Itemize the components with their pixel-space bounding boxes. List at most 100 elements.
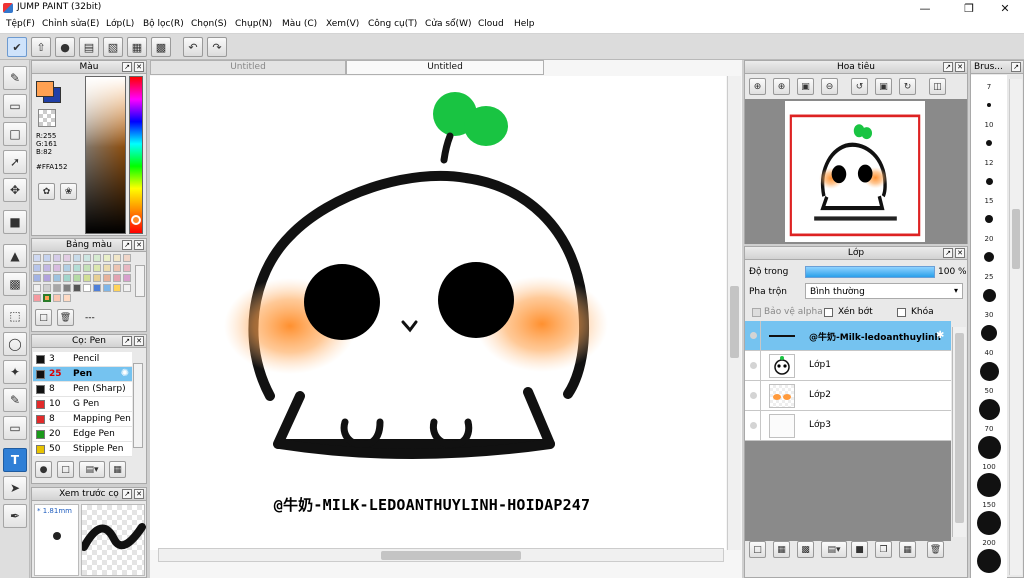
- line-tool-icon[interactable]: ➚: [3, 150, 27, 174]
- palette-swatch[interactable]: [103, 284, 111, 292]
- redo-icon[interactable]: ↷: [207, 37, 227, 57]
- gear-icon[interactable]: ✱: [936, 330, 944, 341]
- palette-swatch[interactable]: [73, 254, 81, 262]
- pointer-tool-icon[interactable]: ➤: [3, 476, 27, 500]
- undock-icon[interactable]: ↗: [122, 240, 132, 250]
- palette-swatch[interactable]: [73, 284, 81, 292]
- pen-list-item[interactable]: 3 Pencil: [33, 352, 132, 367]
- palette-swatch[interactable]: [103, 254, 111, 262]
- tab-untitled-2[interactable]: Untitled: [346, 60, 544, 75]
- brush-size-dot[interactable]: [985, 177, 993, 185]
- palette-swatch[interactable]: [123, 254, 131, 262]
- new-layer-icon[interactable]: □: [749, 541, 766, 558]
- layout-icon[interactable]: ▦: [127, 37, 147, 57]
- brush-size-dot[interactable]: [977, 511, 1001, 535]
- palette-swatch[interactable]: [63, 294, 71, 302]
- vertical-scroll-thumb[interactable]: [730, 286, 739, 358]
- zoom-in-alt-icon[interactable]: ⊕: [773, 78, 790, 95]
- canvas-vertical-scrollbar[interactable]: [727, 76, 741, 550]
- zoom-in-icon[interactable]: ⊕: [749, 78, 766, 95]
- palette-swatch[interactable]: [33, 294, 41, 302]
- new-brush-icon[interactable]: □: [57, 461, 74, 478]
- brush-size-dot[interactable]: [986, 140, 992, 146]
- palette-swatch[interactable]: [63, 274, 71, 282]
- menu-layer[interactable]: Lớp(L): [106, 19, 134, 29]
- palette-swatch[interactable]: [83, 254, 91, 262]
- undock-icon[interactable]: ↗: [943, 248, 953, 258]
- flip-icon[interactable]: ◫: [929, 78, 946, 95]
- brush-menu-icon[interactable]: ▤▾: [79, 461, 105, 478]
- palette-swatch[interactable]: [53, 264, 61, 272]
- menu-edit[interactable]: Chỉnh sửa(E): [42, 19, 99, 29]
- close-panel-icon[interactable]: ✕: [134, 489, 144, 499]
- hue-slider[interactable]: [129, 76, 143, 234]
- drawing-canvas[interactable]: @牛奶-MILK-LEDOANTHUYLINH-HOIDAP247: [150, 76, 726, 550]
- palette-swatch[interactable]: [123, 264, 131, 272]
- palette-swatch[interactable]: [73, 274, 81, 282]
- undock-icon[interactable]: ↗: [122, 62, 132, 72]
- menu-filter[interactable]: Bộ lọc(R): [143, 19, 184, 29]
- close-panel-icon[interactable]: ✕: [134, 336, 144, 346]
- layer-row-3[interactable]: Lớp3: [745, 411, 951, 441]
- palette-swatch[interactable]: [123, 284, 131, 292]
- menu-tools[interactable]: Công cụ(T): [368, 19, 417, 29]
- protect-alpha-checkbox[interactable]: [752, 308, 761, 317]
- undo-icon[interactable]: ↶: [183, 37, 203, 57]
- palette-swatch[interactable]: [33, 254, 41, 262]
- message-icon[interactable]: ▤: [79, 37, 99, 57]
- brush-size-dot[interactable]: [977, 473, 1001, 497]
- layer-visibility-icon[interactable]: [747, 321, 761, 350]
- layer-visibility-icon[interactable]: [747, 351, 761, 380]
- clip-checkbox[interactable]: [824, 308, 833, 317]
- palette-swatch[interactable]: [113, 264, 121, 272]
- brush-size-dot[interactable]: [982, 288, 996, 302]
- layer-row-text[interactable]: @牛奶-Milk-ledoanthuylinh ✱: [745, 321, 951, 351]
- menu-select[interactable]: Chọn(S): [191, 19, 227, 29]
- close-panel-icon[interactable]: ✕: [134, 240, 144, 250]
- canvas-horizontal-scrollbar[interactable]: [158, 548, 724, 562]
- palette-swatch[interactable]: [53, 254, 61, 262]
- check-icon[interactable]: ✔: [7, 37, 27, 57]
- brush-size-dot[interactable]: [977, 549, 1001, 573]
- duplicate-layer-icon[interactable]: ▩: [797, 541, 814, 558]
- brush-size-dot[interactable]: [985, 215, 993, 223]
- close-panel-icon[interactable]: ✕: [955, 248, 965, 258]
- menu-view[interactable]: Xem(V): [326, 19, 359, 29]
- document-icon[interactable]: ▧: [103, 37, 123, 57]
- fill-rect-tool-icon[interactable]: ■: [3, 210, 27, 234]
- layer-menu-icon[interactable]: ▤▾: [821, 541, 847, 558]
- bucket-tool-icon[interactable]: ▲: [3, 244, 27, 268]
- pen-list-scrollbar[interactable]: [133, 363, 143, 448]
- move-tool-icon[interactable]: ✥: [3, 178, 27, 202]
- color-saturation-field[interactable]: [85, 76, 126, 234]
- palette-swatch[interactable]: [53, 284, 61, 292]
- horizontal-scroll-thumb[interactable]: [381, 551, 521, 560]
- folder-icon[interactable]: ■: [851, 541, 868, 558]
- rect-tool-icon[interactable]: □: [3, 122, 27, 146]
- brush-size-scroll-thumb[interactable]: [1012, 209, 1020, 269]
- hue-slider-handle[interactable]: [131, 215, 141, 225]
- palette-swatch[interactable]: [33, 264, 41, 272]
- delete-palette-icon[interactable]: 🗑: [57, 309, 74, 326]
- undock-icon[interactable]: ↗: [1011, 62, 1021, 72]
- palette-swatch[interactable]: [63, 254, 71, 262]
- layer-scroll-thumb[interactable]: [955, 333, 964, 523]
- tab-untitled-1[interactable]: Untitled: [150, 60, 346, 75]
- palette-swatch[interactable]: [123, 274, 131, 282]
- transparent-color-swatch[interactable]: [38, 109, 56, 127]
- palette-swatch[interactable]: [43, 264, 51, 272]
- palette-swatch[interactable]: [33, 274, 41, 282]
- palette-swatch[interactable]: [113, 284, 121, 292]
- copy-layer-icon[interactable]: ❐: [875, 541, 892, 558]
- fit-screen-icon[interactable]: ▣: [797, 78, 814, 95]
- export-icon[interactable]: ⇧: [31, 37, 51, 57]
- zoom-out-icon[interactable]: ⊖: [821, 78, 838, 95]
- layer-row-1[interactable]: Lớp1: [745, 351, 951, 381]
- minimize-button[interactable]: —: [910, 0, 940, 16]
- palette-swatch[interactable]: [113, 274, 121, 282]
- color-picker-icon[interactable]: ❀: [60, 183, 77, 200]
- palette-swatch[interactable]: [43, 274, 51, 282]
- brush-settings-icon[interactable]: ●: [35, 461, 52, 478]
- undock-icon[interactable]: ↗: [122, 336, 132, 346]
- merge-layer-icon[interactable]: ▦: [899, 541, 916, 558]
